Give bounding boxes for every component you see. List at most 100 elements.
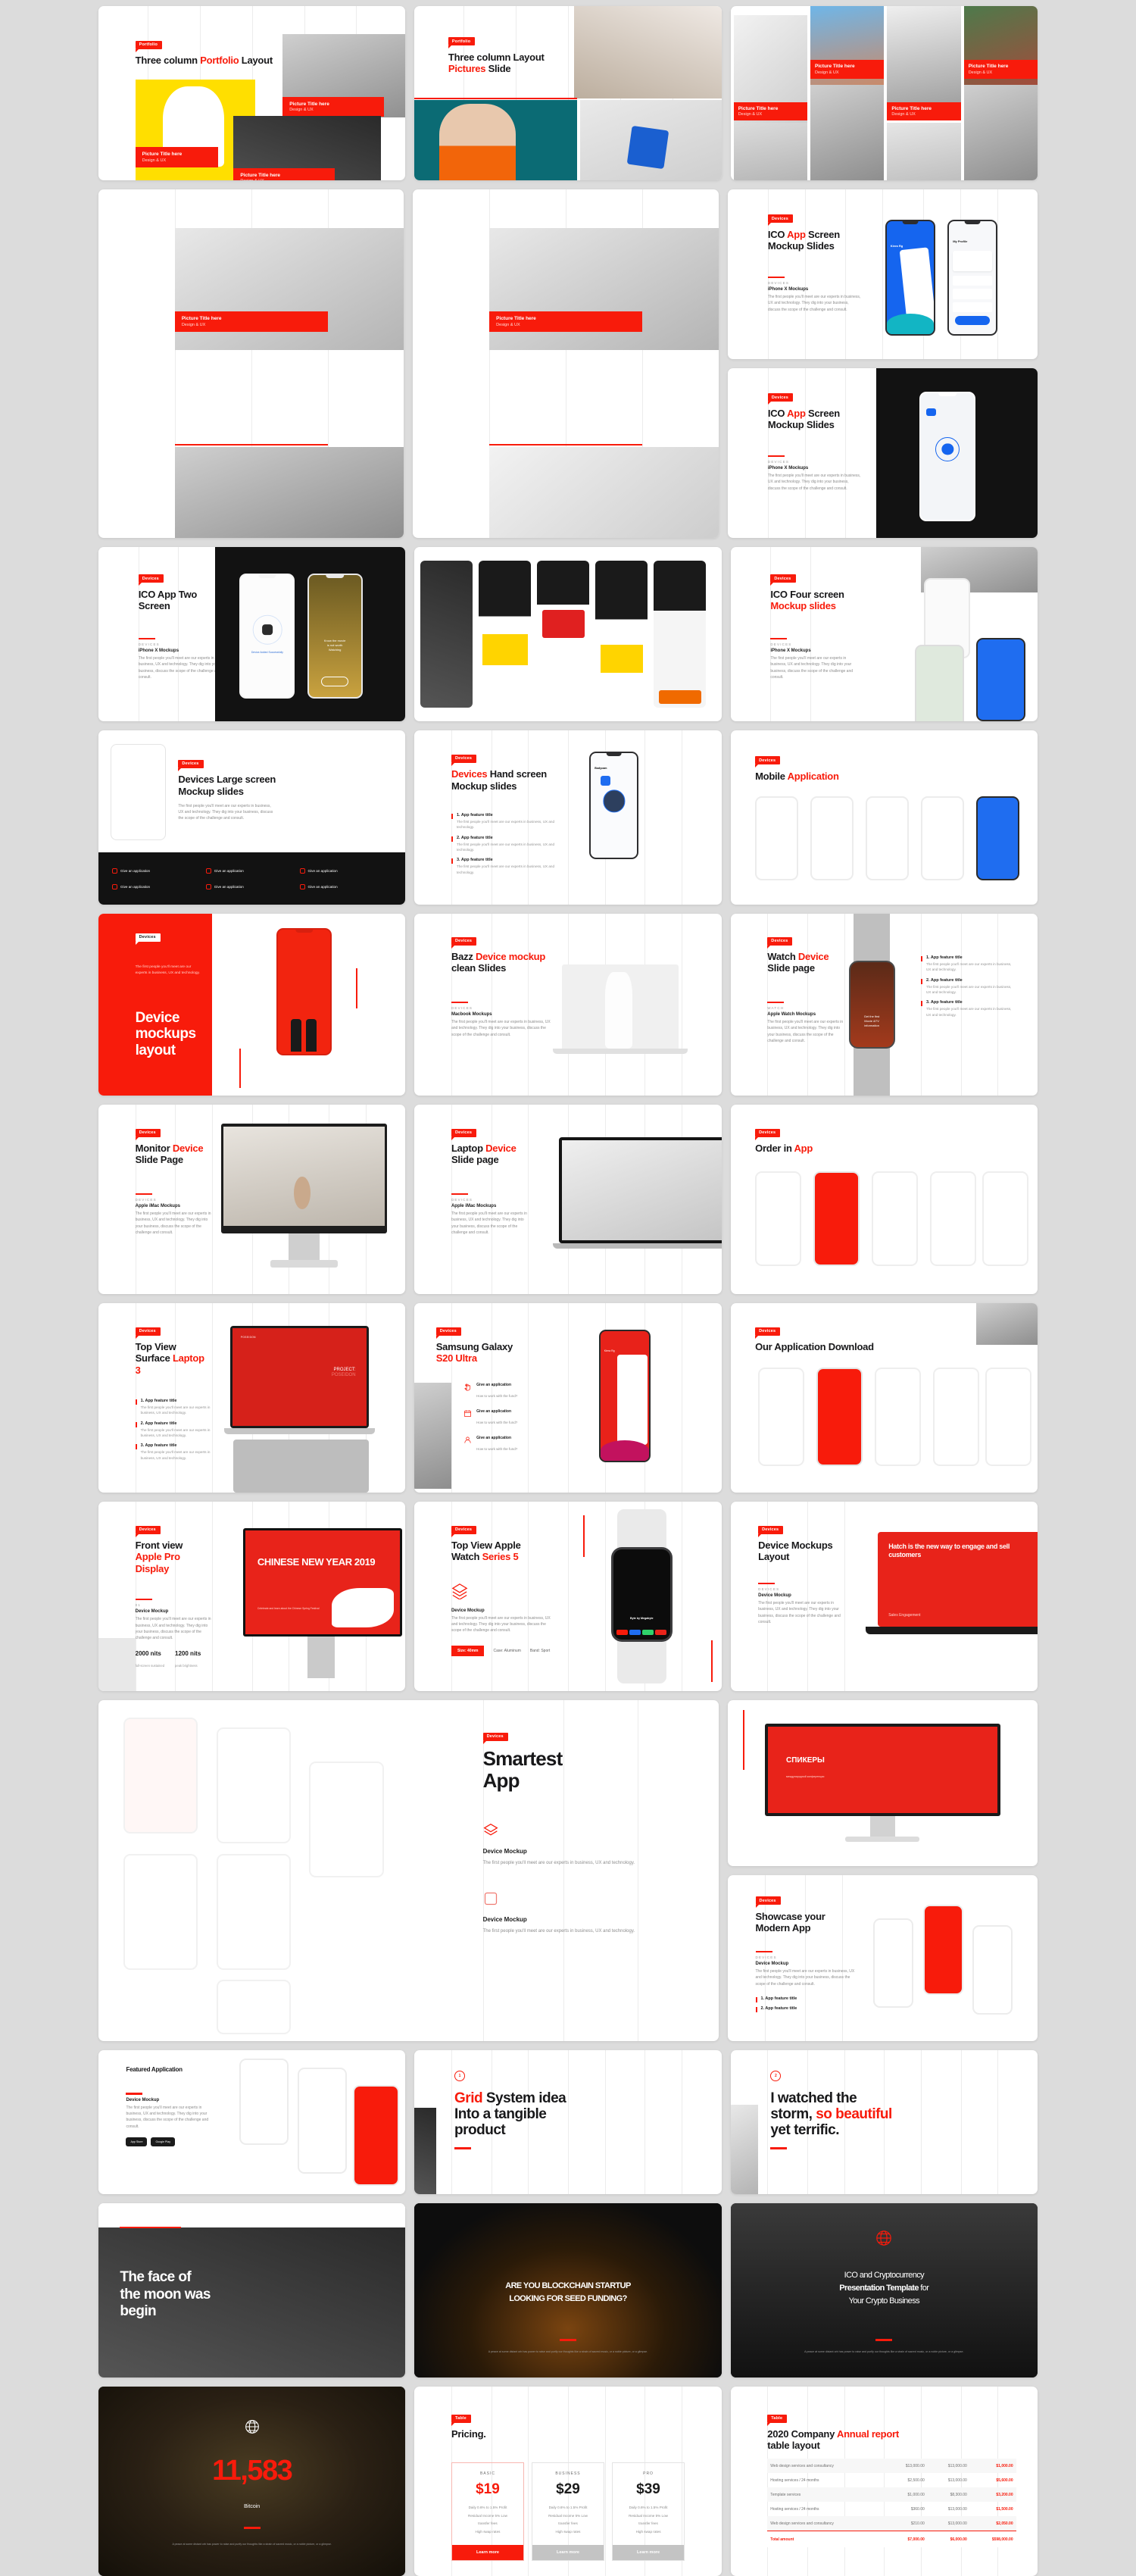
watch-app-title: Byte by Megabyte — [629, 1616, 654, 1620]
slide-picture-title-a[interactable]: Picture Title here Design & UX — [98, 189, 404, 538]
slide-devices-large-screen[interactable]: Devices Devices Large screen Mockup slide… — [98, 730, 406, 905]
phone-user-name: Kiera Rg — [604, 1349, 615, 1352]
slide-tag: Devices — [755, 1128, 781, 1140]
plan-cta[interactable]: Learn more — [613, 2545, 685, 2560]
screen-headline: CHINESE NEW YEAR 2019 — [257, 1556, 376, 1568]
phone-mockup-order3 — [872, 1171, 918, 1266]
row-11: The face of the moon was begin ARE YOU BLO… — [0, 2203, 1136, 2377]
slide-picture-title-b[interactable]: Picture Title here Design & UX — [413, 189, 719, 538]
plan-name: BUSINESS — [555, 2471, 581, 2476]
table-row: Template services $1,000.00 $8,300.00 $3,20… — [767, 2487, 1016, 2502]
section-body: The first people you'll meet are our exp… — [770, 656, 854, 680]
plan-name: BASIC — [479, 2471, 495, 2476]
row-5: Devices The first people you'll meet are… — [0, 914, 1136, 1096]
section-body: The first people you'll meet are our exp… — [126, 2105, 209, 2129]
slide-ico-app-two-screen[interactable]: Devices ICO App Two Screen DEVICES iPhone… — [98, 547, 406, 721]
slide-speakers-monitor[interactable]: СПИКЕРЫ международной конференции — [727, 1700, 1038, 1866]
slide-grid-system-idea[interactable]: 1 Grid System idea Into a tangible produc… — [414, 2050, 722, 2194]
slide-blockchain-startup[interactable]: ARE YOU BLOCKCHAIN STARTUP LOOKING FOR S… — [414, 2203, 722, 2377]
feature-item: Give an application — [112, 883, 204, 889]
app-icon — [299, 868, 305, 874]
picture-caption: Picture Title hereDesign & UX — [489, 311, 642, 332]
feature-body: The first people you'll meet are our exp… — [482, 1929, 635, 1934]
slide-portfolio-mosaic[interactable]: Picture Title here Design & UX Picture Ti… — [730, 6, 1038, 180]
phone-mockup-map — [914, 644, 964, 721]
slide-our-application-download[interactable]: Devices Our Application Download — [730, 1303, 1038, 1493]
slide-quote-storm[interactable]: 2 I watched the storm, so beautiful yet … — [730, 2050, 1038, 2194]
picture-caption: Picture Title hereDesign & UX — [174, 311, 328, 332]
slide-top-view-surface-laptop[interactable]: Devices Top View Surface Laptop 3 1. App … — [98, 1303, 406, 1493]
phone-mockup-s5 — [123, 1853, 198, 1970]
globe-icon — [245, 2419, 259, 2434]
section-subtitle: Macbook Mockups — [451, 1012, 492, 1018]
watch-line2: Movie &TV — [864, 1019, 879, 1024]
slide-order-in-app[interactable]: Devices Order in App — [730, 1105, 1038, 1294]
slide-tag: Portfolio — [135, 40, 163, 52]
page-title: 2020 Company Annual report table layout — [767, 2428, 899, 2452]
phone-mockup-dl4 — [933, 1368, 979, 1466]
feature-block: 2. App feature title The first people you… — [135, 1421, 212, 1439]
app-store-badge[interactable]: App Store — [126, 2137, 148, 2146]
watch-mockup: Get the first Movie &TV information — [848, 961, 895, 1049]
image-woman-hat — [574, 6, 722, 98]
user-icon — [464, 1436, 471, 1443]
slide-samsung-galaxy-s20[interactable]: Devices Samsung Galaxy S20 Ultra Give an … — [414, 1303, 722, 1493]
watch-app-icon[interactable] — [629, 1630, 641, 1636]
slide-pricing[interactable]: Table Pricing. BASIC $19 Daily 0.6% to 1… — [414, 2387, 722, 2576]
phone-mockup-feature3-red — [353, 2084, 400, 2186]
pricing-card-pro[interactable]: PRO $39 Daily 0.6% to 1.5% Profit Residua… — [612, 2462, 685, 2561]
slide-monitor-device[interactable]: Devices Monitor Device Slide Page DEVICES… — [98, 1105, 406, 1294]
feature-block: 2. App feature title The first people you… — [451, 836, 556, 853]
plan-cta[interactable]: Learn more — [451, 2545, 523, 2560]
slide-bazz-device-mockup[interactable]: Devices Bazz Device mockup clean Slides D… — [414, 914, 722, 1096]
plan-price: $19 — [476, 2481, 500, 2497]
slide-devices-hand-screen[interactable]: Devices Devices Hand screen Mockup slides… — [414, 730, 722, 905]
row-7: Devices Top View Surface Laptop 3 1. App … — [0, 1303, 1136, 1493]
slide-watch-device[interactable]: Devices Watch Device Slide page WATCH App… — [730, 914, 1038, 1096]
section-label: DEVICES — [758, 1587, 780, 1592]
slide-ico-app-screen-dark[interactable]: Devices ICO App Screen Mockup Slides DEVI… — [727, 368, 1038, 538]
slide-ico-crypto-presentation[interactable]: ICO and Cryptocurrency Presentation Temp… — [730, 2203, 1038, 2377]
watch-app-icon[interactable] — [616, 1630, 629, 1636]
slide-five-phone-strip[interactable] — [414, 547, 722, 721]
section-body: The first people you'll meet are our exp… — [135, 1617, 211, 1641]
card-cta[interactable]: Sales Engagement — [888, 1613, 920, 1618]
row-4: Devices Devices Large screen Mockup slide… — [0, 730, 1136, 905]
hand-icon — [464, 1383, 471, 1391]
pricing-card-basic[interactable]: BASIC $19 Daily 0.6% to 1.5% Profit Resid… — [451, 2462, 524, 2561]
section-subtitle: Device Mockup — [126, 2097, 160, 2102]
plan-features: Daily 0.6% to 1.5% Profit Residual Income… — [548, 2506, 588, 2534]
slide-mobile-application[interactable]: Devices Mobile Application — [730, 730, 1038, 905]
slide-annual-report-table[interactable]: Table 2020 Company Annual report table la… — [730, 2387, 1038, 2576]
watch-app-icon[interactable] — [642, 1630, 654, 1636]
slide-device-mockups-layout-2[interactable]: Devices Device Mockups Layout DEVICES Dev… — [730, 1502, 1038, 1691]
section-subtitle: Apple iMac Mockups — [451, 1204, 497, 1209]
page-title: Top View Apple Watch Series 5 — [451, 1540, 521, 1563]
slide-tag: Devices — [755, 1896, 781, 1909]
watch-app-icon[interactable] — [655, 1630, 667, 1636]
slide-face-of-the-moon[interactable]: The face of the moon was begin — [98, 2203, 406, 2377]
slide-three-column-pictures[interactable]: Portfolio Three column Layout Pictures Sl… — [414, 6, 722, 180]
slide-tag: Devices — [451, 936, 477, 949]
slide-front-view-apple-pro-display[interactable]: Devices Front view Apple Pro Display 01 D… — [98, 1502, 406, 1691]
feature-item: Give an application — [205, 883, 298, 889]
plan-cta[interactable]: Learn more — [532, 2545, 604, 2560]
pricing-card-business[interactable]: BUSINESS $29 Daily 0.6% to 1.5% Profit Re… — [531, 2462, 605, 2561]
slide-smartest-app[interactable]: Devices Smartest App Device Mockup The fi… — [98, 1700, 719, 2041]
plan-price: $29 — [556, 2481, 580, 2497]
slide-bitcoin-value[interactable]: 11,583 Bitcoin A peace at some distant o… — [98, 2387, 406, 2576]
section-body: The first people you'll meet are our exp… — [755, 1969, 855, 1987]
dark-feature-panel: Give an application Give an application … — [98, 852, 406, 905]
slide-tag: Devices — [178, 759, 204, 771]
slide-showcase-modern-app[interactable]: Devices Showcase your Modern App DEVICES … — [727, 1875, 1038, 2041]
slide-laptop-device[interactable]: Devices Laptop Device Slide page DEVICES … — [414, 1105, 722, 1294]
slide-three-column-portfolio[interactable]: Portfolio Three column Portfolio Layout … — [98, 6, 406, 180]
google-play-badge[interactable]: Google Play — [151, 2137, 176, 2146]
section-body: The first people you'll meet are our exp… — [758, 1601, 841, 1624]
slide-ico-app-screen-mockup[interactable]: Devices ICO App Screen Mockup Slides DEVI… — [727, 189, 1038, 359]
slide-device-mockups-layout[interactable]: Devices The first people you'll meet are… — [98, 914, 406, 1096]
slide-featured-application[interactable]: Featured Application Device Mockup The f… — [98, 2050, 406, 2194]
section-body: The first people you'll meet are our exp… — [451, 1615, 551, 1633]
slide-top-view-apple-watch[interactable]: Devices Top View Apple Watch Series 5 Dev… — [414, 1502, 722, 1691]
slide-ico-four-screen[interactable]: Devices ICO Four screen Mockup slides DEV… — [730, 547, 1038, 721]
